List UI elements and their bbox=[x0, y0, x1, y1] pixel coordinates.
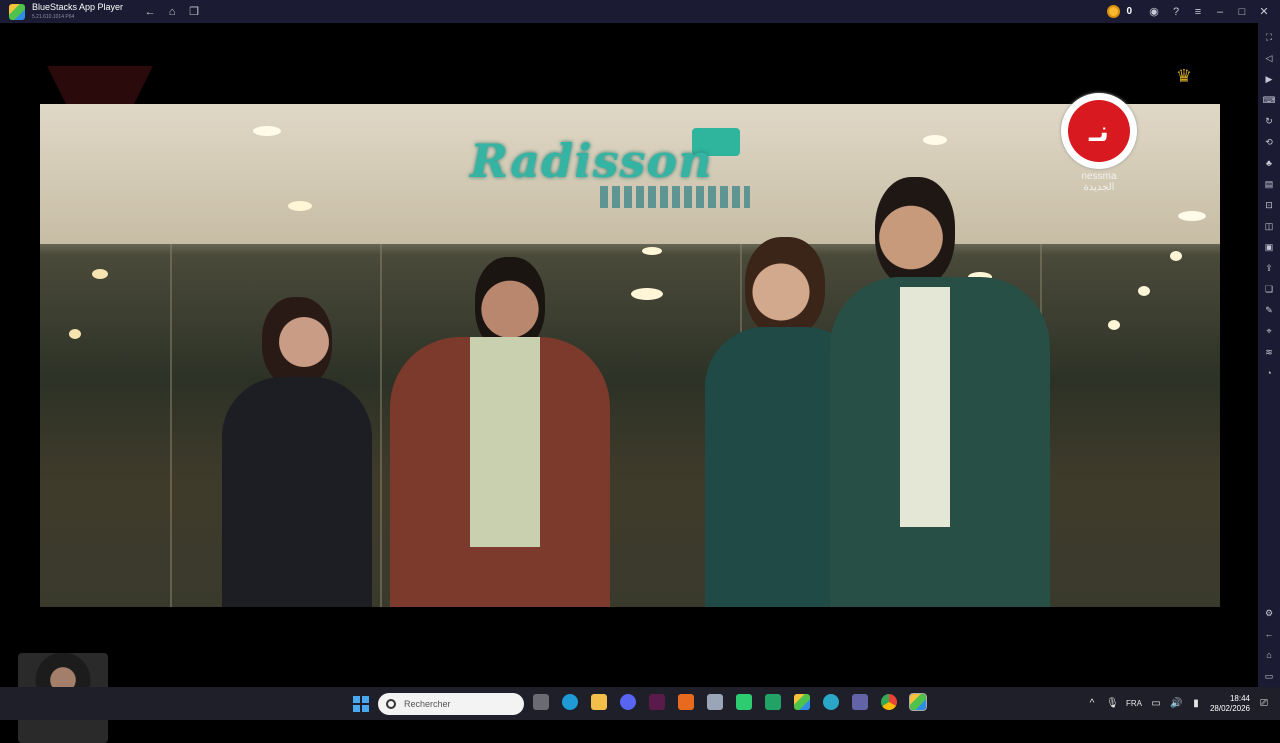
coin-icon[interactable] bbox=[1107, 5, 1121, 18]
edge-icon[interactable] bbox=[562, 694, 578, 710]
show-hidden-icons-icon[interactable]: ^ bbox=[1086, 698, 1098, 709]
actor-woman-left bbox=[222, 247, 372, 607]
fl-studio-icon[interactable] bbox=[678, 694, 694, 710]
search-placeholder: Rechercher bbox=[404, 699, 451, 709]
clock-date: 28/02/2026 bbox=[1209, 703, 1250, 713]
search-icon bbox=[386, 699, 396, 709]
tv-rating-icon: ♛ bbox=[1175, 66, 1193, 86]
windows-start-icon[interactable] bbox=[353, 696, 369, 712]
maximize-icon[interactable]: □ bbox=[1234, 4, 1250, 20]
media-folder-icon[interactable]: ▣ bbox=[1262, 240, 1276, 254]
help-icon[interactable]: ? bbox=[1168, 4, 1184, 20]
editor-app-icon[interactable] bbox=[649, 694, 665, 710]
task-view-icon[interactable] bbox=[533, 694, 549, 710]
menu-icon[interactable]: ≡ bbox=[1190, 4, 1206, 20]
notifications-icon[interactable]: ⎚ bbox=[1258, 698, 1270, 709]
screenshot-icon[interactable]: ⊡ bbox=[1262, 198, 1276, 212]
settings-icon[interactable]: ⚙ bbox=[1262, 606, 1276, 620]
close-icon[interactable]: ✕ bbox=[1256, 4, 1272, 20]
taskbar-clock[interactable]: 18:44 28/02/2026 bbox=[1210, 694, 1250, 714]
emulator-screen[interactable]: Radisson نـ nessma الجديدة ♛ bbox=[0, 23, 1258, 743]
volume-icon[interactable]: ◁ bbox=[1262, 51, 1276, 65]
file-explorer-icon[interactable] bbox=[591, 694, 607, 710]
performance-icon[interactable]: ▤ bbox=[1262, 177, 1276, 191]
app-name: BlueStacks App Player bbox=[32, 1, 124, 12]
taskbar-search[interactable]: Rechercher bbox=[378, 693, 524, 715]
nessma-label: nessma bbox=[1081, 171, 1117, 182]
macro-icon[interactable]: ✎ bbox=[1262, 303, 1276, 317]
gamepad-icon[interactable]: ♣ bbox=[1262, 156, 1276, 170]
bluestacks-logo-icon bbox=[9, 3, 25, 20]
layers-icon[interactable]: ≋ bbox=[1262, 345, 1276, 359]
microphone-icon[interactable]: 🎙 bbox=[1106, 698, 1119, 709]
language-indicator[interactable]: FRA bbox=[1126, 699, 1142, 708]
app-version: 5.21.610.1014 P64 bbox=[32, 13, 75, 20]
eco-mode-icon[interactable]: ◔ bbox=[1262, 366, 1276, 380]
speaker-icon[interactable]: 🔊 bbox=[1170, 698, 1182, 709]
bluestacks-sidebar: ⛶ ◁ ▶ ⌨ ↻ ⟲ ♣ ▤ ⊡ ◫ ▣ ⇪ ❏ ✎ ⌖ ≋ ◔ ⚙ ← ⌂ … bbox=[1258, 23, 1280, 687]
location-icon[interactable]: ⌖ bbox=[1262, 324, 1276, 338]
record-icon[interactable]: ◫ bbox=[1262, 219, 1276, 233]
account-icon[interactable]: ◉ bbox=[1146, 4, 1162, 20]
coins-count: 0 bbox=[1126, 6, 1132, 17]
calculator-icon[interactable] bbox=[707, 694, 723, 710]
files-icon[interactable]: ❏ bbox=[1262, 282, 1276, 296]
chrome-icon[interactable] bbox=[881, 694, 897, 710]
teams-icon[interactable] bbox=[852, 694, 868, 710]
android-recents-icon[interactable]: ▭ bbox=[1262, 669, 1276, 683]
app-title: BlueStacks App Player 5.21.610.1014 P64 bbox=[32, 2, 123, 22]
home-icon[interactable]: ⌂ bbox=[165, 5, 179, 19]
minimize-icon[interactable]: – bbox=[1212, 4, 1228, 20]
excel-icon[interactable] bbox=[765, 694, 781, 710]
bluestacks-taskbar-icon[interactable] bbox=[909, 693, 927, 711]
install-apk-icon[interactable]: ⇪ bbox=[1262, 261, 1276, 275]
video-frame[interactable]: Radisson bbox=[40, 104, 1220, 607]
sync-icon[interactable]: ⟲ bbox=[1262, 135, 1276, 149]
network-icon[interactable]: ▭ bbox=[1150, 698, 1162, 709]
clock-time: 18:44 bbox=[1229, 693, 1250, 703]
actor-man-red-jacket bbox=[390, 237, 610, 607]
glass-frame bbox=[170, 244, 172, 607]
android-back-icon[interactable]: ← bbox=[1262, 627, 1276, 641]
media-icon[interactable]: ▶ bbox=[1262, 72, 1276, 86]
windows-taskbar: Rechercher ^ 🎙 FRA ▭ 🔊 ▮ 18:44 28/02/202… bbox=[0, 687, 1280, 720]
fullscreen-icon[interactable]: ⛶ bbox=[1262, 30, 1276, 44]
battery-icon[interactable]: ▮ bbox=[1190, 698, 1202, 709]
discord-icon[interactable] bbox=[620, 694, 636, 710]
nessma-channel-logo: نـ nessma الجديدة bbox=[1061, 93, 1137, 197]
title-bar: BlueStacks App Player 5.21.610.1014 P64 … bbox=[0, 0, 1280, 23]
nessma-logo-glyph: نـ bbox=[1068, 100, 1130, 162]
browser-app-icon[interactable] bbox=[823, 694, 839, 710]
multi-instance-icon[interactable]: ❐ bbox=[187, 5, 201, 19]
keyboard-icon[interactable]: ⌨ bbox=[1262, 93, 1276, 107]
glass-frame bbox=[380, 244, 382, 607]
nessma-label-arabic: الجديدة bbox=[1083, 182, 1115, 193]
stream-app-icon[interactable] bbox=[736, 694, 752, 710]
hotel-sign: Radisson bbox=[470, 134, 713, 188]
bluestacks-multi-icon[interactable] bbox=[794, 694, 810, 710]
rotate-icon[interactable]: ↻ bbox=[1262, 114, 1276, 128]
actor-man-green-suit bbox=[830, 177, 1050, 607]
android-home-icon[interactable]: ⌂ bbox=[1262, 648, 1276, 662]
hotel-sign-subtitle bbox=[600, 186, 750, 208]
back-icon[interactable]: ← bbox=[143, 5, 157, 19]
